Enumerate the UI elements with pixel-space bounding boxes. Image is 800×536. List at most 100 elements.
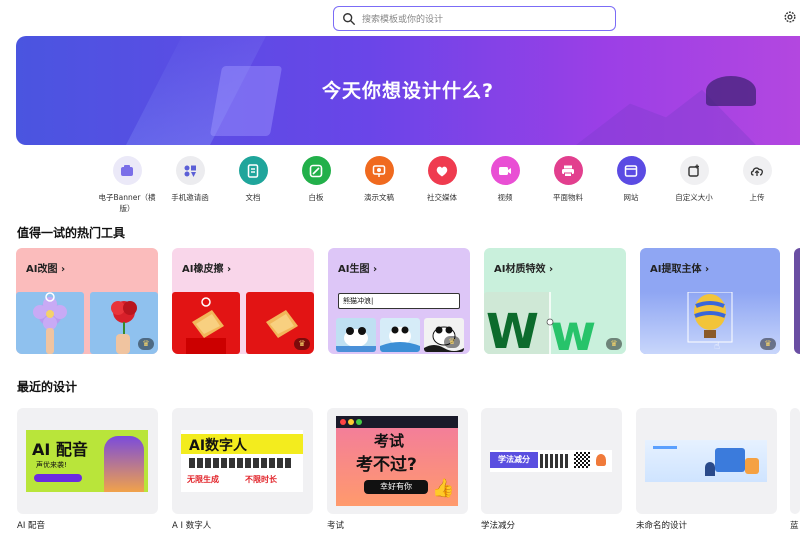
search-icon: [343, 12, 355, 25]
tool-video[interactable]: 视频: [473, 152, 537, 203]
tool-label: 演示文稿: [364, 193, 394, 202]
tool-social-media[interactable]: 社交媒体: [410, 152, 474, 203]
recent-design-name: 未命名的设计: [636, 521, 688, 531]
website-icon: [616, 156, 646, 185]
tool-label: 网站: [623, 193, 639, 202]
recent-design-card[interactable]: 考试 考不过? 幸好有你 👍: [327, 408, 468, 514]
tool-upload[interactable]: 上传: [725, 152, 789, 203]
before-image: [172, 292, 240, 354]
thumbnail-text: 学法减分: [490, 452, 538, 468]
thumbnail-text: 声优来袭!: [36, 461, 67, 469]
tool-label: 平面物料: [553, 193, 583, 202]
svg-text:☝: ☝: [714, 341, 720, 352]
tool-website[interactable]: 网站: [599, 152, 663, 203]
tool-label: 电子Banner（横版）: [98, 193, 156, 213]
thumbnail-text: 无限生成: [187, 475, 219, 484]
tool-label: 社交媒体: [427, 193, 457, 202]
prompt-input[interactable]: 熊猫冲浪|: [338, 293, 460, 309]
thumbnail-characters: [104, 436, 144, 492]
hot-tool-title: AI橡皮擦 ›: [182, 264, 232, 275]
thumbnail-text: AI 配音: [32, 440, 88, 459]
crown-icon: ♛: [606, 338, 622, 350]
design-thumbnail: AI数字人 无限生成 不限时长: [181, 430, 303, 492]
hot-tool-card-ai-extract[interactable]: AI提取主体 › ☝ ♛: [640, 248, 780, 354]
upload-icon: [742, 156, 772, 185]
tool-document[interactable]: 文档: [221, 152, 285, 203]
tool-presentation[interactable]: 演示文稿: [347, 152, 411, 203]
recent-designs-title: 最近的设计: [17, 380, 78, 394]
recent-design-name: 蓝: [790, 521, 799, 531]
design-thumbnail: 考试 考不过? 幸好有你 👍: [336, 416, 458, 506]
design-type-shortcuts: 电子Banner（横版） 手机邀请函 文档 白板 演示文稿 社交媒体 视频 平面…: [95, 152, 800, 214]
tool-whiteboard[interactable]: 白板: [284, 152, 348, 203]
custom-size-icon: [679, 156, 709, 185]
invitation-icon: [175, 156, 205, 185]
crown-icon: ♛: [294, 338, 310, 350]
recent-design-name: 学法减分: [481, 521, 516, 531]
tool-custom-size[interactable]: 自定义大小: [662, 152, 726, 203]
print-icon: [553, 156, 583, 185]
hero-title: 今天你想设计什么?: [321, 80, 495, 102]
thumbnail-text: 考不过?: [356, 455, 417, 475]
search-placeholder: 搜索模板或你的设计: [362, 15, 444, 25]
panda-image: [336, 318, 376, 352]
thumbnail-text: 考试: [374, 432, 405, 450]
panda-image: [380, 318, 420, 352]
svg-text:W: W: [486, 304, 539, 354]
presentation-icon: [364, 156, 394, 185]
hot-tools-title: 值得一试的热门工具: [17, 226, 126, 240]
extract-preview: ☝ ♛: [640, 292, 780, 354]
design-thumbnail: 学法减分: [490, 450, 612, 472]
tool-banner[interactable]: 电子Banner（横版）: [95, 152, 159, 214]
hot-tool-title: AI改图 ›: [26, 264, 66, 275]
tool-print[interactable]: 平面物料: [536, 152, 600, 203]
recent-design-card[interactable]: [790, 408, 800, 514]
thumbnail-decoration: [34, 474, 82, 482]
hot-tool-card-ai-image[interactable]: AI生图 › 熊猫冲浪| ♛: [328, 248, 470, 354]
design-thumbnail: [645, 440, 767, 482]
tool-label: 上传: [749, 193, 765, 202]
recent-design-name: 考试: [327, 521, 345, 531]
hero-banner: 今天你想设计什么?: [16, 36, 800, 145]
crown-icon: ♛: [444, 336, 460, 348]
thumbs-up-icon: 👍: [432, 478, 455, 499]
hot-tool-card-ai-edit[interactable]: AI改图 › ♛: [16, 248, 158, 354]
thumbnail-text: 不限时长: [245, 475, 277, 484]
hot-tool-card-ai-eraser[interactable]: AI橡皮擦 › ♛: [172, 248, 314, 354]
crown-icon: ♛: [760, 338, 776, 350]
after-image: ♛: [90, 292, 158, 354]
recent-design-name: AI 配音: [17, 521, 46, 531]
tool-label: 自定义大小: [675, 193, 713, 202]
hot-tool-card-ai-texture[interactable]: AI材质特效 › W w ♛: [484, 248, 626, 354]
hot-tool-title: AI材质特效 ›: [494, 264, 554, 275]
heart-icon: [427, 156, 457, 185]
document-icon: [238, 156, 268, 185]
gear-icon[interactable]: [783, 10, 797, 24]
before-image: [16, 292, 84, 354]
recent-design-card[interactable]: AI数字人 无限生成 不限时长: [172, 408, 313, 514]
crown-icon: ♛: [138, 338, 154, 350]
thumbnail-text: AI数字人: [189, 438, 248, 454]
tool-label: 视频: [497, 193, 513, 202]
design-thumbnail: AI 配音 声优来袭!: [26, 430, 148, 492]
banner-icon: [112, 156, 142, 185]
video-icon: [490, 156, 520, 185]
panda-image: ♛: [424, 318, 464, 352]
recent-design-name: A I 数字人: [172, 521, 212, 531]
tool-label: 白板: [308, 193, 324, 202]
hot-tool-title: AI生图 ›: [338, 264, 378, 275]
search-input[interactable]: 搜索模板或你的设计: [333, 6, 616, 31]
svg-text:w: w: [550, 304, 596, 354]
more-card-peek: [794, 248, 800, 354]
recent-design-card[interactable]: 学法减分: [481, 408, 622, 514]
texture-preview: W w ♛: [484, 292, 626, 354]
recent-design-card[interactable]: AI 配音 声优来袭!: [17, 408, 158, 514]
tool-invitation[interactable]: 手机邀请函: [158, 152, 222, 203]
tool-label: 文档: [245, 193, 261, 202]
top-bar: 搜索模板或你的设计: [0, 0, 800, 36]
whiteboard-icon: [301, 156, 331, 185]
thumbnail-text: 幸好有你: [364, 480, 428, 494]
after-image: ♛: [246, 292, 314, 354]
tool-label: 手机邀请函: [171, 193, 209, 202]
recent-design-card[interactable]: [636, 408, 777, 514]
